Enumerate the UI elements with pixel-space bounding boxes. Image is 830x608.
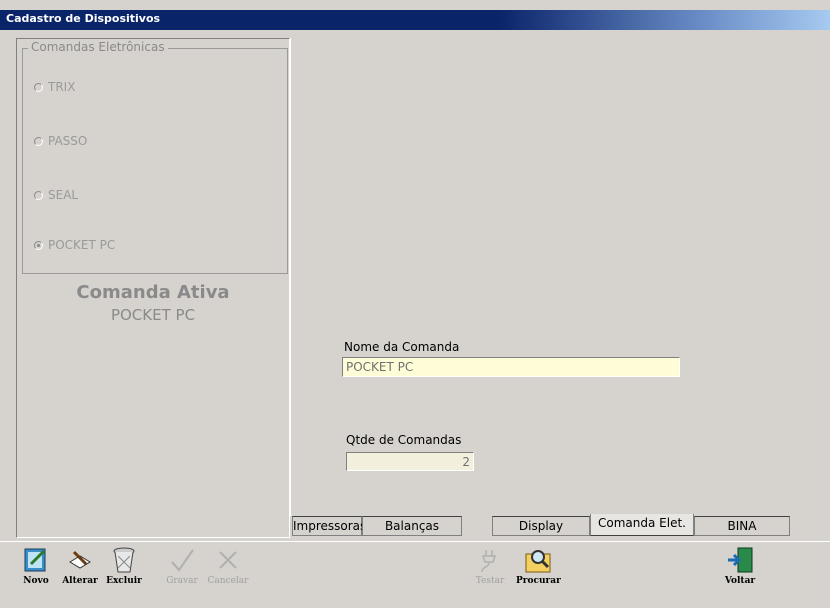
- cancelar-label: Cancelar: [207, 576, 249, 586]
- title-bar: Cadastro de Dispositivos: [0, 10, 830, 30]
- trash-can-icon: [110, 546, 138, 574]
- radio-label: POCKET PC: [48, 238, 116, 252]
- excluir-label: Excluir: [106, 576, 142, 586]
- radio-label: PASSO: [48, 134, 88, 148]
- novo-label: Novo: [23, 576, 49, 586]
- radio-button-icon: [34, 190, 43, 200]
- tab-label: Impressoras: [293, 519, 367, 533]
- window: Cadastro de Dispositivos Comandas Eletrô…: [0, 0, 830, 608]
- radio-button-icon: [34, 82, 43, 92]
- tab-display[interactable]: Display: [492, 516, 590, 536]
- novo-button[interactable]: Novo: [14, 546, 58, 586]
- plug-test-icon: [476, 546, 504, 574]
- tab-label: Balanças: [384, 519, 440, 533]
- gravar-button[interactable]: Gravar: [160, 546, 204, 586]
- active-command-value: POCKET PC: [110, 306, 196, 324]
- cancelar-button[interactable]: Cancelar: [206, 546, 250, 586]
- edit-pencil-icon: [66, 546, 94, 574]
- qtde-label: Qtde de Comandas: [346, 433, 462, 447]
- alterar-button[interactable]: Alterar: [58, 546, 102, 586]
- search-folder-icon: [524, 546, 552, 574]
- tab-comanda-elet[interactable]: Comanda Elet.: [590, 514, 694, 536]
- qtde-field[interactable]: [346, 452, 474, 471]
- procurar-button[interactable]: Procurar: [516, 546, 561, 586]
- testar-label: Testar: [475, 576, 505, 586]
- gravar-label: Gravar: [166, 576, 198, 586]
- radio-button-icon: [34, 240, 43, 250]
- cancel-x-icon: [214, 546, 242, 574]
- radio-label: TRIX: [48, 80, 76, 94]
- tab-label: Comanda Elet.: [598, 516, 686, 530]
- nome-label: Nome da Comanda: [344, 340, 460, 354]
- toolbar: Novo Alterar Excluir Gravar Cancelar Tes…: [0, 541, 830, 608]
- window-title: Cadastro de Dispositivos: [6, 12, 161, 25]
- tab-label: BINA: [727, 519, 757, 533]
- tab-strip: Impressoras Balanças Display Comanda Ele…: [292, 514, 830, 538]
- testar-button[interactable]: Testar: [468, 546, 512, 586]
- radio-button-icon: [34, 136, 43, 146]
- nome-field[interactable]: [342, 357, 680, 377]
- radio-pocket-pc[interactable]: POCKET PC: [34, 238, 115, 252]
- tab-balancas[interactable]: Balanças: [362, 516, 462, 536]
- radio-trix[interactable]: TRIX: [34, 80, 75, 94]
- tab-impressoras[interactable]: Impressoras: [292, 516, 366, 536]
- checkmark-icon: [168, 546, 196, 574]
- new-document-icon: [22, 546, 50, 574]
- radio-seal[interactable]: SEAL: [34, 188, 78, 202]
- tab-label: Display: [518, 519, 564, 533]
- radio-label: SEAL: [48, 188, 79, 202]
- tab-bina[interactable]: BINA: [694, 516, 790, 536]
- procurar-label: Procurar: [516, 576, 561, 586]
- radio-passo[interactable]: PASSO: [34, 134, 87, 148]
- exit-door-icon: [726, 546, 754, 574]
- alterar-label: Alterar: [62, 576, 98, 586]
- voltar-label: Voltar: [724, 576, 756, 586]
- voltar-button[interactable]: Voltar: [718, 546, 762, 586]
- active-command-title: Comanda Ativa: [76, 282, 230, 303]
- group-legend: Comandas Eletrônicas: [28, 40, 168, 54]
- excluir-button[interactable]: Excluir: [102, 546, 146, 586]
